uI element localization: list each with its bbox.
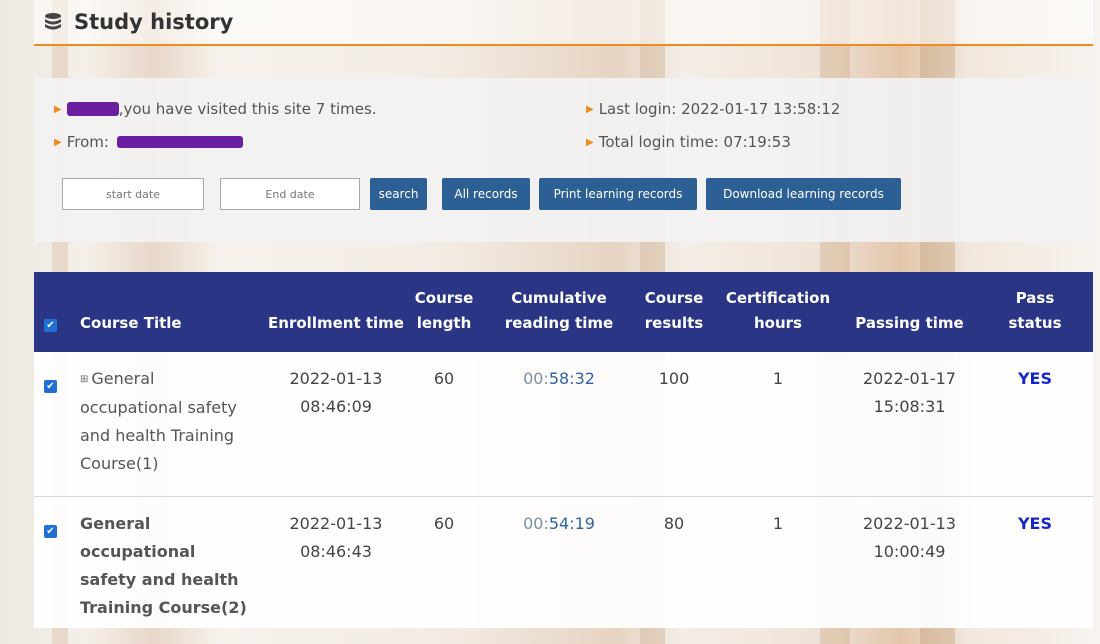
search-button[interactable]: search bbox=[370, 178, 427, 210]
end-date-input[interactable] bbox=[220, 178, 360, 210]
header-enrollment-time[interactable]: Enrollment time bbox=[268, 272, 404, 352]
select-all-checkbox[interactable]: ✔ bbox=[44, 319, 57, 332]
visits-text: ,you have visited this site 7 times. bbox=[118, 100, 377, 118]
table-row: ✔ ⊞ General occupational safety and healt… bbox=[34, 352, 1093, 496]
total-login-text: Total login time: 07:19:53 bbox=[598, 133, 791, 151]
enrollment-time-cell: 2022-01-13 08:46:43 bbox=[289, 513, 383, 561]
print-records-button[interactable]: Print learning records bbox=[539, 178, 697, 210]
select-all-cell: ✔ bbox=[34, 272, 68, 352]
course-title-cell: General occupational safety and health T… bbox=[68, 496, 268, 628]
header-passing-time[interactable]: Passing time bbox=[842, 272, 977, 352]
header-course-results[interactable]: Course results bbox=[634, 272, 714, 352]
pass-status-cell: YES bbox=[1017, 369, 1053, 388]
table-row: ✔ General occupational safety and health… bbox=[34, 496, 1093, 628]
row-checkbox-cell: ✔ bbox=[34, 496, 68, 628]
from-label: From: bbox=[66, 133, 109, 151]
triangle-icon: ▶ bbox=[54, 103, 62, 115]
course-length-cell: 60 bbox=[433, 369, 455, 388]
download-records-button[interactable]: Download learning records bbox=[706, 178, 901, 210]
all-records-button[interactable]: All records bbox=[442, 178, 530, 210]
expand-plus-icon[interactable]: ⊞ bbox=[80, 366, 88, 394]
last-login-text: Last login: 2022-01-17 13:58:12 bbox=[598, 100, 841, 118]
course-results-cell: 80 bbox=[663, 513, 685, 533]
redacted-username bbox=[66, 102, 119, 116]
database-icon bbox=[45, 13, 61, 30]
visits-info: ▶ ,you have visited this site 7 times. bbox=[54, 100, 377, 118]
row-checkbox[interactable]: ✔ bbox=[44, 524, 57, 538]
start-date-input[interactable] bbox=[62, 178, 204, 210]
header-certification-hours[interactable]: Certification hours bbox=[714, 272, 842, 352]
triangle-icon: ▶ bbox=[54, 136, 62, 148]
last-login-info: ▶ Last login: 2022-01-17 13:58:12 bbox=[586, 100, 840, 118]
row-checkbox[interactable]: ✔ bbox=[44, 380, 57, 393]
certification-hours-cell: 1 bbox=[772, 513, 784, 533]
header-course-length[interactable]: Course length bbox=[404, 272, 484, 352]
course-title[interactable]: General occupational safety and health T… bbox=[80, 369, 237, 473]
records-table-container: ✔ Course Title Enrollment time Course len… bbox=[34, 272, 1093, 628]
course-title[interactable]: General occupational safety and health T… bbox=[80, 514, 247, 617]
cumulative-time-cell: 00:58:32 bbox=[523, 369, 595, 388]
header-cumulative-reading-time[interactable]: Cumulative reading time bbox=[484, 272, 634, 352]
redacted-ip bbox=[116, 136, 243, 148]
enrollment-time-cell: 2022-01-13 08:46:09 bbox=[289, 369, 383, 416]
pass-status-cell: YES bbox=[1017, 513, 1053, 533]
row-checkbox-cell: ✔ bbox=[34, 352, 68, 496]
page-title: Study history bbox=[74, 10, 234, 34]
course-title-cell: ⊞ General occupational safety and health … bbox=[68, 352, 268, 496]
info-panel: ▶ ,you have visited this site 7 times. ▶… bbox=[34, 78, 1093, 242]
triangle-icon: ▶ bbox=[586, 103, 594, 115]
passing-time-cell: 2022-01-13 10:00:49 bbox=[863, 513, 956, 561]
certification-hours-cell: 1 bbox=[772, 369, 784, 388]
from-info: ▶ From: bbox=[54, 133, 243, 151]
page-header: Study history bbox=[34, 0, 1093, 46]
header-pass-status[interactable]: Pass status bbox=[977, 272, 1093, 352]
triangle-icon: ▶ bbox=[586, 136, 594, 148]
course-length-cell: 60 bbox=[433, 513, 455, 533]
passing-time-cell: 2022-01-17 15:08:31 bbox=[863, 369, 956, 416]
header-course-title[interactable]: Course Title bbox=[68, 272, 268, 352]
table-header-row: ✔ Course Title Enrollment time Course len… bbox=[34, 272, 1093, 352]
records-table: ✔ Course Title Enrollment time Course len… bbox=[34, 272, 1093, 628]
course-results-cell: 100 bbox=[658, 369, 690, 388]
cumulative-time-cell: 00:54:19 bbox=[523, 513, 595, 533]
total-login-info: ▶ Total login time: 07:19:53 bbox=[586, 133, 791, 151]
